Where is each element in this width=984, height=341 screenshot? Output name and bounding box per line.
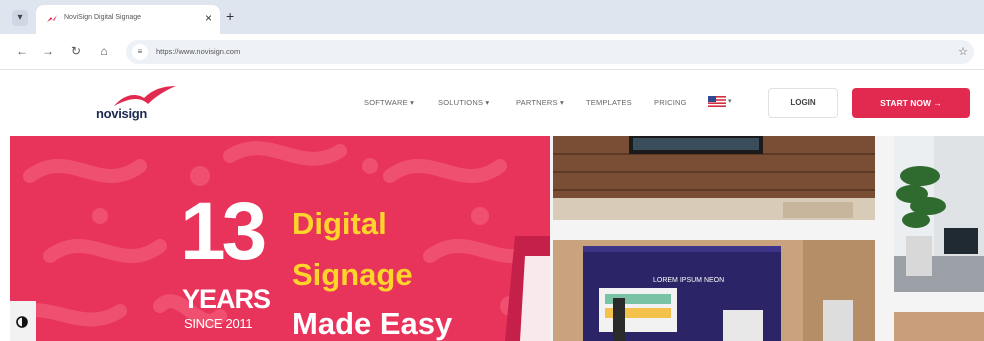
years-number: 13	[180, 186, 267, 277]
display-screen-text: LOREM IPSUM NEON	[653, 277, 724, 284]
nav-solutions[interactable]: SOLUTIONS ▾	[438, 98, 489, 107]
tagline-signage: Signage	[292, 257, 413, 292]
browser-toolbar: ← → ↻ ⌂ ≡ https://www.novisign.com ☆	[0, 34, 984, 70]
new-tab-button[interactable]: +	[226, 8, 234, 24]
start-now-button[interactable]: START NOW →	[852, 88, 970, 118]
tab-title: NoviSign Digital Signage	[64, 14, 142, 21]
hero-section: 13 YEARS SINCE 2011 Digital Signage Made…	[10, 136, 984, 341]
site-settings-icon[interactable]: ≡	[132, 44, 148, 60]
lobby-photo	[553, 136, 875, 220]
logo-wordmark: novisign	[96, 106, 148, 121]
hero-banner: 13 YEARS SINCE 2011 Digital Signage Made…	[10, 136, 550, 341]
office-plant-photo	[894, 136, 984, 292]
novisign-favicon-icon	[47, 15, 57, 22]
nav-pricing[interactable]: PRICING	[654, 98, 687, 107]
login-button[interactable]: LOGIN	[768, 88, 838, 118]
browser-tab[interactable]: NoviSign Digital Signage ×	[36, 5, 220, 34]
us-flag-icon[interactable]	[708, 96, 726, 107]
address-bar[interactable]: ≡ https://www.novisign.com ☆	[126, 40, 974, 64]
office-plant-image	[894, 136, 984, 292]
site-header: novisign SOFTWARE ▾ SOLUTIONS ▾ PARTNERS…	[0, 70, 984, 136]
hero-background-pattern	[10, 141, 550, 341]
nav-software[interactable]: SOFTWARE ▾	[364, 98, 414, 107]
since-label: SINCE 2011	[184, 316, 253, 331]
nav-templates[interactable]: TEMPLATES	[586, 98, 632, 107]
tab-search-button[interactable]: ▾	[12, 10, 28, 26]
tab-close-icon[interactable]: ×	[205, 11, 212, 25]
reload-icon[interactable]: ↻	[68, 44, 84, 58]
language-caret-icon[interactable]: ▾	[728, 97, 732, 105]
retail-display-photo: LOREM IPSUM NEON	[553, 240, 875, 341]
home-icon[interactable]: ⌂	[96, 44, 112, 58]
accessibility-toggle[interactable]	[10, 301, 36, 341]
retail-display-image: LOREM IPSUM NEON	[553, 240, 875, 341]
nav-partners[interactable]: PARTNERS ▾	[516, 98, 564, 107]
contrast-icon	[16, 316, 28, 328]
wood-interior-photo	[894, 312, 984, 341]
tagline-digital: Digital	[292, 206, 387, 241]
lobby-photo-image	[553, 136, 875, 220]
back-arrow-icon[interactable]: ←	[14, 44, 30, 58]
years-label: YEARS	[182, 284, 271, 314]
novisign-logo[interactable]: novisign	[96, 82, 186, 126]
bookmark-star-icon[interactable]: ☆	[958, 45, 968, 58]
forward-arrow-icon[interactable]: →	[40, 44, 56, 58]
url-text[interactable]: https://www.novisign.com	[156, 47, 240, 56]
tagline-made-easy: Made Easy	[292, 306, 453, 341]
browser-tab-bar: ▾ NoviSign Digital Signage × +	[0, 0, 984, 34]
